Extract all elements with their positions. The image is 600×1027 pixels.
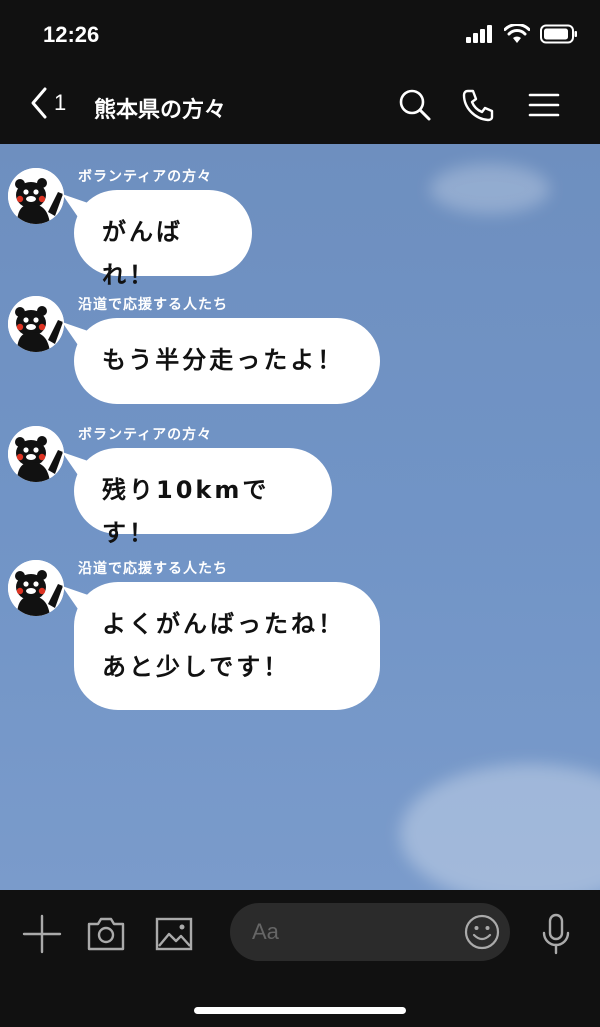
message-item: ボランティアの方々 がんばれ！: [0, 166, 600, 289]
background-cloud: [400, 764, 600, 890]
search-icon[interactable]: [398, 88, 432, 122]
message-item: 沿道で応援する人たち よくがんばったね！ あと少しです！: [0, 558, 600, 718]
message-text-line: 残り10kmです！: [102, 476, 270, 547]
status-icons: [466, 24, 578, 44]
avatar[interactable]: [8, 426, 64, 482]
chat-area[interactable]: ボランティアの方々 がんばれ！ 沿道で応援する人たち もう半分走ったよ！ ボラン…: [0, 144, 600, 890]
message-text-line: もう半分走ったよ！: [102, 346, 345, 374]
message-text-line: がんばれ！: [102, 218, 183, 289]
avatar[interactable]: [8, 296, 64, 352]
microphone-icon[interactable]: [534, 912, 578, 956]
bear-avatar-icon: [8, 296, 64, 352]
sender-name: 沿道で応援する人たち: [78, 297, 228, 313]
home-indicator[interactable]: [194, 1007, 406, 1014]
chevron-left-icon: [31, 87, 47, 119]
message-bubble[interactable]: 残り10kmです！: [74, 448, 332, 547]
avatar[interactable]: [8, 168, 64, 224]
plus-icon[interactable]: [20, 912, 64, 956]
back-button[interactable]: 1: [30, 86, 66, 120]
unread-count: 1: [54, 90, 67, 115]
menu-icon[interactable]: [527, 88, 561, 122]
battery-icon: [540, 24, 577, 44]
chat-title: 熊本県の方々: [94, 98, 227, 123]
sender-name: 沿道で応援する人たち: [78, 561, 228, 577]
message-input-placeholder: Aa: [252, 919, 279, 944]
message-composer: Aa: [0, 890, 600, 1027]
sender-name: ボランティアの方々: [78, 169, 213, 185]
message-bubble[interactable]: がんばれ！: [74, 190, 252, 289]
message-item: 沿道で応援する人たち もう半分走ったよ！: [0, 294, 600, 406]
chat-header: 1 熊本県の方々: [0, 72, 600, 144]
camera-icon[interactable]: [84, 912, 128, 956]
message-input[interactable]: Aa: [230, 903, 510, 961]
message-bubble[interactable]: もう半分走ったよ！: [74, 318, 380, 404]
sender-name: ボランティアの方々: [78, 427, 213, 443]
phone-icon[interactable]: [461, 88, 495, 122]
avatar[interactable]: [8, 560, 64, 616]
bear-avatar-icon: [8, 560, 64, 616]
message-bubble[interactable]: よくがんばったね！ あと少しです！: [74, 582, 380, 710]
bear-avatar-icon: [8, 426, 64, 482]
signal-icon: [466, 25, 492, 43]
status-bar: 12:26: [0, 0, 600, 72]
image-icon[interactable]: [152, 912, 196, 956]
message-item: ボランティアの方々 残り10kmです！: [0, 424, 600, 547]
emoji-icon[interactable]: [464, 914, 500, 950]
message-text-line: よくがんばったね！: [102, 610, 345, 638]
bear-avatar-icon: [8, 168, 64, 224]
message-text-line: あと少しです！: [102, 653, 291, 681]
wifi-icon: [504, 24, 530, 43]
status-time: 12:26: [43, 22, 100, 47]
